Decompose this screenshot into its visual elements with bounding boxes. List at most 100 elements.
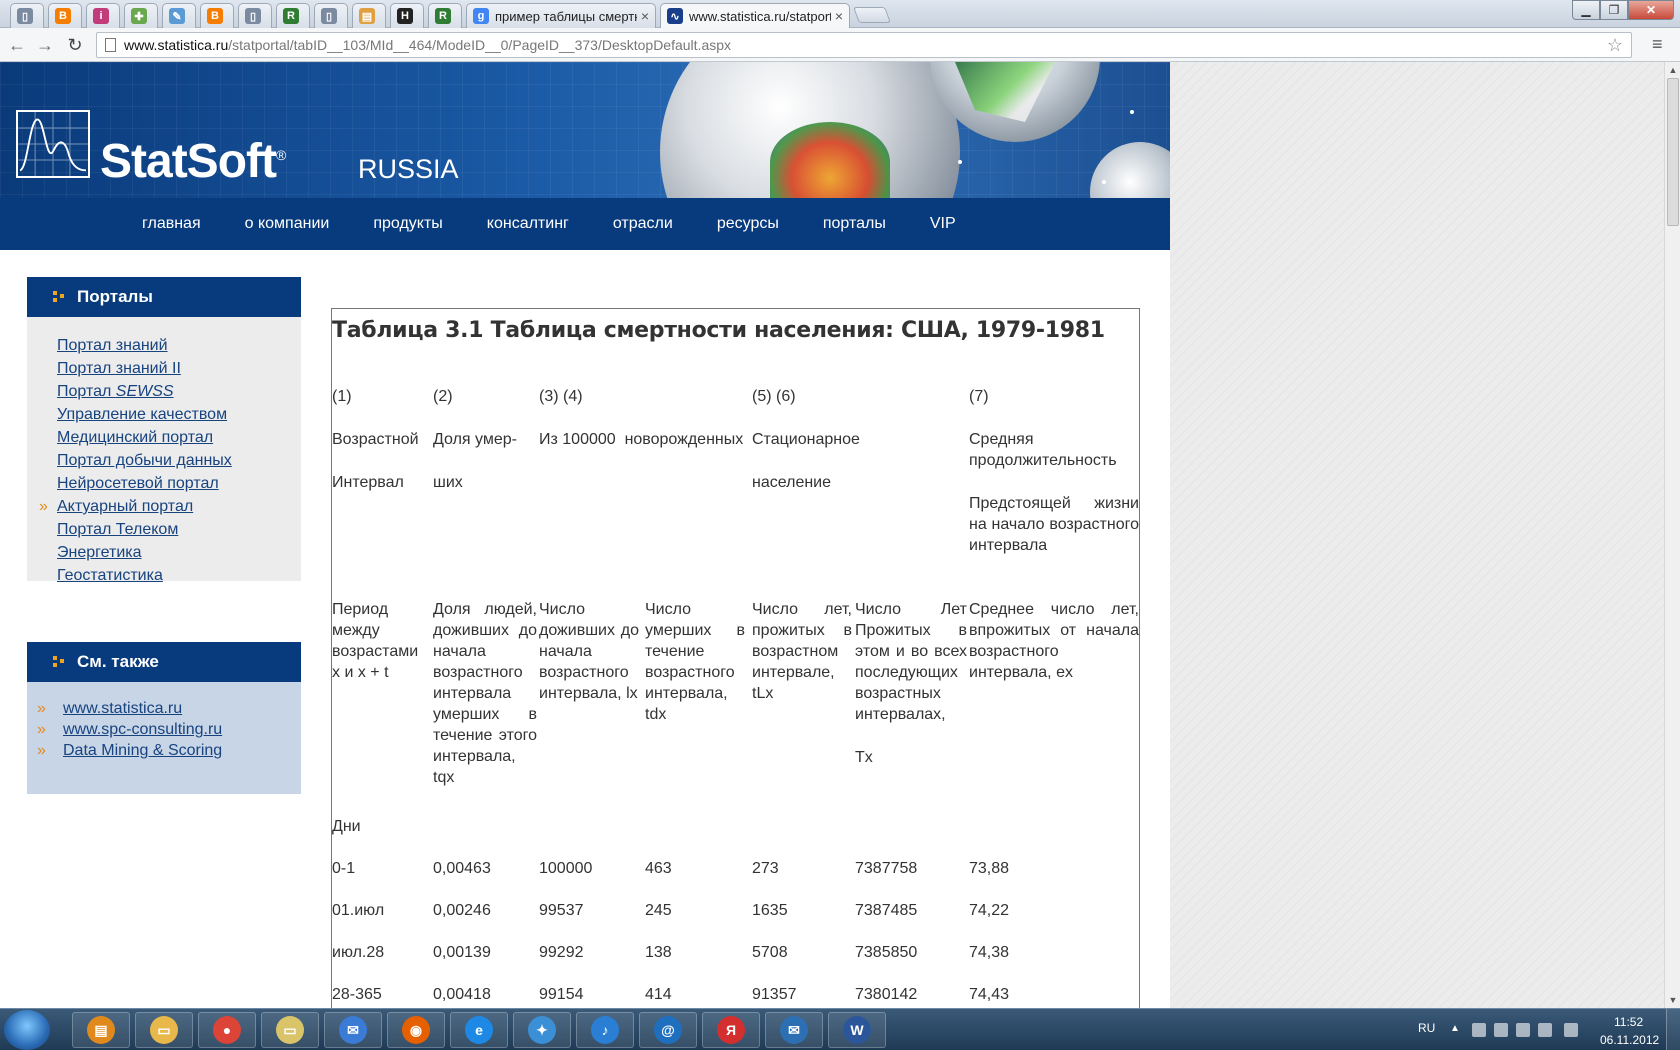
- description-cell: Период между возрастами x и x + t: [332, 601, 419, 681]
- tray-app-icon[interactable]: [1516, 1023, 1530, 1037]
- portal-link-actuarial-active[interactable]: » Актуарный портал: [27, 498, 301, 521]
- portal-link-medical[interactable]: Медицинский портал: [27, 429, 301, 452]
- nav-item-industries[interactable]: отрасли: [613, 215, 673, 233]
- tray-app-icon[interactable]: [1472, 1023, 1486, 1037]
- taskbar-app[interactable]: W: [828, 1012, 886, 1048]
- pinned-tab[interactable]: R: [276, 3, 310, 28]
- portals-title: Порталы: [77, 287, 153, 306]
- header-cell: Интервал: [332, 474, 404, 491]
- tray-app-icon[interactable]: [1494, 1023, 1508, 1037]
- see-also-link-statistica[interactable]: » www.statistica.ru: [27, 700, 301, 721]
- reload-icon[interactable]: ↻: [64, 34, 86, 56]
- cell-tqx: 0,00139: [433, 944, 491, 961]
- new-tab-button[interactable]: [853, 7, 891, 23]
- nav-item-vip[interactable]: VIP: [930, 215, 956, 233]
- scroll-down-arrow-icon[interactable]: ▼: [1665, 992, 1680, 1008]
- pinned-tab[interactable]: ✎: [162, 3, 196, 28]
- clock-date[interactable]: 06.11.2012: [1600, 1033, 1659, 1047]
- maximize-button[interactable]: ❐: [1600, 0, 1628, 20]
- portal-link-data-mining[interactable]: Портал добычи данных: [27, 452, 301, 475]
- bookmark-star-icon[interactable]: ☆: [1607, 35, 1623, 56]
- vertical-scrollbar[interactable]: ▲ ▼: [1664, 62, 1680, 1008]
- taskbar-app[interactable]: e: [450, 1012, 508, 1048]
- pinned-tab[interactable]: ▯: [10, 3, 44, 28]
- start-button[interactable]: [4, 1010, 50, 1050]
- taskbar-app[interactable]: ◉: [387, 1012, 445, 1048]
- taskbar-app[interactable]: ▭: [135, 1012, 193, 1048]
- nav-item-home[interactable]: главная: [142, 215, 201, 233]
- portal-link-geostatistics[interactable]: Геостатистика: [27, 567, 301, 590]
- portal-link-telecom[interactable]: Портал Телеком: [27, 521, 301, 544]
- browser-tab[interactable]: ∿ www.statistica.ru/statporta ×: [660, 3, 850, 28]
- pinned-tab[interactable]: ▯: [238, 3, 272, 28]
- nav-item-products[interactable]: продукты: [373, 215, 442, 233]
- menu-icon[interactable]: ≡: [1652, 34, 1663, 55]
- portal-link-knowledge[interactable]: Портал знаний: [27, 337, 301, 360]
- close-tab-icon[interactable]: ×: [641, 8, 649, 24]
- portal-link-quality[interactable]: Управление качеством: [27, 406, 301, 429]
- taskbar-app[interactable]: ●: [198, 1012, 256, 1048]
- blogger-icon: B: [55, 8, 71, 24]
- portals-header: Порталы: [27, 277, 301, 317]
- pinned-tab[interactable]: R: [428, 3, 462, 28]
- notes-app-icon: ▤: [87, 1016, 115, 1044]
- pinned-tab[interactable]: ✚: [124, 3, 158, 28]
- at-mail-icon: @: [654, 1016, 682, 1044]
- pinned-tab[interactable]: ▯: [314, 3, 348, 28]
- scroll-up-arrow-icon[interactable]: ▲: [1665, 62, 1680, 78]
- email-icon: ✉: [780, 1016, 808, 1044]
- taskbar-app[interactable]: ▭: [261, 1012, 319, 1048]
- h-icon: H: [397, 8, 413, 24]
- see-also-link-spc[interactable]: » www.spc-consulting.ru: [27, 721, 301, 742]
- r-icon: R: [283, 8, 299, 24]
- cell-tdx: 463: [645, 860, 672, 877]
- pinned-tab[interactable]: B: [48, 3, 82, 28]
- pinned-tab[interactable]: ▤: [352, 3, 386, 28]
- cell-tdx: 245: [645, 902, 672, 919]
- clock-time[interactable]: 11:52: [1614, 1015, 1643, 1029]
- col-number: (7): [969, 388, 989, 405]
- taskbar-app[interactable]: ✦: [513, 1012, 571, 1048]
- cell-tx: 7385850: [855, 944, 918, 961]
- forward-arrow-icon[interactable]: →: [34, 34, 56, 56]
- taskbar-app[interactable]: Я: [702, 1012, 760, 1048]
- taskbar-app[interactable]: ♪: [576, 1012, 634, 1048]
- close-tab-icon[interactable]: ×: [835, 8, 843, 24]
- tray-expand-icon[interactable]: ▲: [1450, 1023, 1464, 1037]
- taskbar-app[interactable]: ✉: [765, 1012, 823, 1048]
- arrow-icon: »: [37, 700, 46, 717]
- pinned-tab[interactable]: B: [200, 3, 234, 28]
- portal-link-knowledge-2[interactable]: Портал знаний II: [27, 360, 301, 383]
- nav-item-resources[interactable]: ресурсы: [717, 215, 779, 233]
- minimize-button[interactable]: ▁: [1572, 0, 1600, 20]
- language-indicator[interactable]: RU: [1418, 1021, 1435, 1035]
- pinned-tab[interactable]: i: [86, 3, 120, 28]
- cell-tlx: 91357: [752, 986, 797, 1003]
- taskbar-app[interactable]: ▤: [72, 1012, 130, 1048]
- taskbar-app[interactable]: ✉: [324, 1012, 382, 1048]
- nav-item-portals[interactable]: порталы: [823, 215, 886, 233]
- puzzle-icon: ✚: [131, 8, 147, 24]
- see-also-link-data-mining[interactable]: » Data Mining & Scoring: [27, 742, 301, 763]
- back-arrow-icon[interactable]: ←: [6, 34, 28, 56]
- page-icon: ▯: [245, 8, 261, 24]
- pinned-tab[interactable]: H: [390, 3, 424, 28]
- taskbar-app[interactable]: @: [639, 1012, 697, 1048]
- page-icon: ▯: [321, 8, 337, 24]
- portal-link-sewss[interactable]: Портал SEWSS: [27, 383, 301, 406]
- url-path: /statportal/tabID__103/MId__464/ModeID__…: [228, 37, 732, 53]
- address-bar[interactable]: www.statistica.ru/statportal/tabID__103/…: [96, 32, 1632, 58]
- volume-icon[interactable]: [1564, 1023, 1578, 1037]
- portal-link-neural[interactable]: Нейросетевой портал: [27, 475, 301, 498]
- show-desktop-button[interactable]: [1666, 1009, 1680, 1050]
- logo-subtitle: RUSSIA: [358, 154, 459, 184]
- nav-item-consulting[interactable]: консалтинг: [487, 215, 569, 233]
- close-window-button[interactable]: ✕: [1628, 0, 1674, 20]
- browser-tab[interactable]: g пример таблицы смертн ×: [466, 3, 656, 28]
- tray-app-icon[interactable]: [1538, 1023, 1552, 1037]
- scroll-thumb[interactable]: [1667, 78, 1679, 226]
- cell-tdx: 138: [645, 944, 672, 961]
- portal-link-energy[interactable]: Энергетика: [27, 544, 301, 567]
- cell-age: 01.июл: [332, 902, 385, 919]
- nav-item-about[interactable]: о компании: [245, 215, 330, 233]
